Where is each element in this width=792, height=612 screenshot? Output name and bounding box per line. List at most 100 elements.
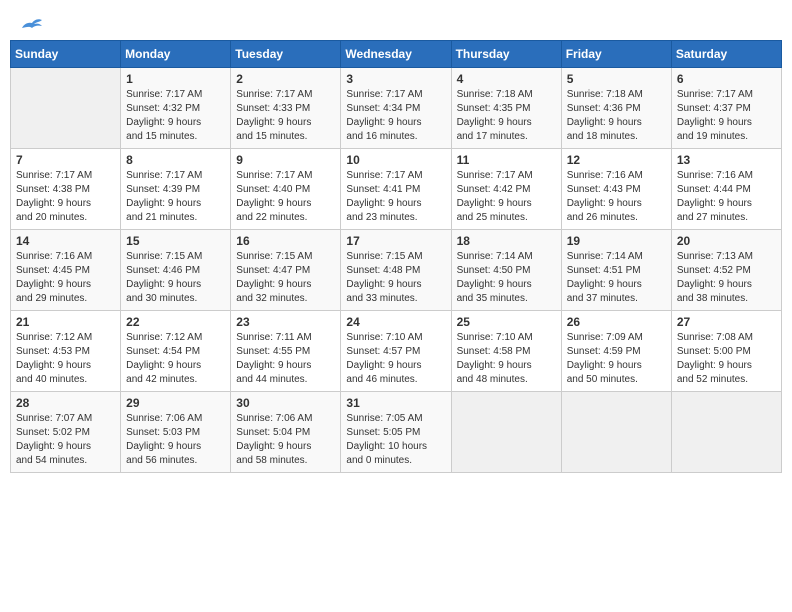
calendar-day-cell: 7Sunrise: 7:17 AM Sunset: 4:38 PM Daylig… bbox=[11, 149, 121, 230]
day-number: 8 bbox=[126, 153, 225, 167]
day-number: 25 bbox=[457, 315, 556, 329]
calendar-day-cell bbox=[561, 392, 671, 473]
calendar-day-cell: 28Sunrise: 7:07 AM Sunset: 5:02 PM Dayli… bbox=[11, 392, 121, 473]
day-info: Sunrise: 7:17 AM Sunset: 4:33 PM Dayligh… bbox=[236, 88, 335, 144]
calendar-day-cell: 1 Sunrise: 7:17 AM Sunset: 4:32 PM Daylig… bbox=[121, 68, 231, 149]
day-number: 29 bbox=[126, 396, 225, 410]
calendar-day-cell: 23 Sunrise: 7:11 AM Sunset: 4:55 PM Dayli… bbox=[231, 311, 341, 392]
day-info: Sunrise: 7:18 AM Sunset: 4:35 PM Dayligh… bbox=[457, 88, 556, 144]
day-info: Sunrise: 7:11 AM Sunset: 4:55 PM Dayligh… bbox=[236, 331, 335, 387]
calendar-week-row: 7Sunrise: 7:17 AM Sunset: 4:38 PM Daylig… bbox=[11, 149, 782, 230]
calendar-day-cell: 25 Sunrise: 7:10 AM Sunset: 4:58 PM Dayli… bbox=[451, 311, 561, 392]
day-info: Sunrise: 7:17 AM Sunset: 4:34 PM Dayligh… bbox=[346, 88, 445, 144]
day-number: 4 bbox=[457, 72, 556, 86]
weekday-header-cell: Saturday bbox=[671, 41, 781, 68]
day-number: 31 bbox=[346, 396, 445, 410]
day-number: 14 bbox=[16, 234, 115, 248]
day-number: 9 bbox=[236, 153, 335, 167]
day-info: Sunrise: 7:18 AM Sunset: 4:36 PM Dayligh… bbox=[567, 88, 666, 144]
day-number: 21 bbox=[16, 315, 115, 329]
calendar-day-cell: 30 Sunrise: 7:06 AM Sunset: 5:04 PM Dayli… bbox=[231, 392, 341, 473]
calendar-table: SundayMondayTuesdayWednesdayThursdayFrid… bbox=[10, 40, 782, 473]
logo-bird-icon bbox=[20, 14, 44, 32]
day-info: Sunrise: 7:12 AM Sunset: 4:54 PM Dayligh… bbox=[126, 331, 225, 387]
day-info: Sunrise: 7:12 AM Sunset: 4:53 PM Dayligh… bbox=[16, 331, 115, 387]
day-info: Sunrise: 7:17 AM Sunset: 4:39 PM Dayligh… bbox=[126, 169, 225, 225]
calendar-week-row: 1 Sunrise: 7:17 AM Sunset: 4:32 PM Daylig… bbox=[11, 68, 782, 149]
calendar-day-cell: 3 Sunrise: 7:17 AM Sunset: 4:34 PM Daylig… bbox=[341, 68, 451, 149]
calendar-day-cell: 14 Sunrise: 7:16 AM Sunset: 4:45 PM Dayli… bbox=[11, 230, 121, 311]
day-number: 1 bbox=[126, 72, 225, 86]
day-number: 24 bbox=[346, 315, 445, 329]
weekday-header-cell: Tuesday bbox=[231, 41, 341, 68]
day-number: 2 bbox=[236, 72, 335, 86]
day-number: 30 bbox=[236, 396, 335, 410]
calendar-day-cell: 13 Sunrise: 7:16 AM Sunset: 4:44 PM Dayli… bbox=[671, 149, 781, 230]
day-info: Sunrise: 7:15 AM Sunset: 4:47 PM Dayligh… bbox=[236, 250, 335, 306]
day-number: 16 bbox=[236, 234, 335, 248]
calendar-day-cell: 12 Sunrise: 7:16 AM Sunset: 4:43 PM Dayli… bbox=[561, 149, 671, 230]
day-number: 5 bbox=[567, 72, 666, 86]
day-info: Sunrise: 7:16 AM Sunset: 4:44 PM Dayligh… bbox=[677, 169, 776, 225]
day-number: 7 bbox=[16, 153, 115, 167]
weekday-header-cell: Friday bbox=[561, 41, 671, 68]
calendar-day-cell: 9Sunrise: 7:17 AM Sunset: 4:40 PM Daylig… bbox=[231, 149, 341, 230]
day-number: 10 bbox=[346, 153, 445, 167]
day-info: Sunrise: 7:16 AM Sunset: 4:43 PM Dayligh… bbox=[567, 169, 666, 225]
calendar-day-cell: 10 Sunrise: 7:17 AM Sunset: 4:41 PM Dayli… bbox=[341, 149, 451, 230]
day-info: Sunrise: 7:17 AM Sunset: 4:32 PM Dayligh… bbox=[126, 88, 225, 144]
day-info: Sunrise: 7:15 AM Sunset: 4:48 PM Dayligh… bbox=[346, 250, 445, 306]
calendar-day-cell: 15 Sunrise: 7:15 AM Sunset: 4:46 PM Dayli… bbox=[121, 230, 231, 311]
day-info: Sunrise: 7:09 AM Sunset: 4:59 PM Dayligh… bbox=[567, 331, 666, 387]
calendar-week-row: 28Sunrise: 7:07 AM Sunset: 5:02 PM Dayli… bbox=[11, 392, 782, 473]
calendar-day-cell: 27 Sunrise: 7:08 AM Sunset: 5:00 PM Dayli… bbox=[671, 311, 781, 392]
day-number: 23 bbox=[236, 315, 335, 329]
day-info: Sunrise: 7:13 AM Sunset: 4:52 PM Dayligh… bbox=[677, 250, 776, 306]
logo bbox=[18, 14, 44, 32]
day-number: 26 bbox=[567, 315, 666, 329]
day-info: Sunrise: 7:17 AM Sunset: 4:37 PM Dayligh… bbox=[677, 88, 776, 144]
calendar-body: 1 Sunrise: 7:17 AM Sunset: 4:32 PM Daylig… bbox=[11, 68, 782, 473]
calendar-day-cell: 24 Sunrise: 7:10 AM Sunset: 4:57 PM Dayli… bbox=[341, 311, 451, 392]
weekday-header-cell: Monday bbox=[121, 41, 231, 68]
day-number: 22 bbox=[126, 315, 225, 329]
calendar-day-cell: 26 Sunrise: 7:09 AM Sunset: 4:59 PM Dayli… bbox=[561, 311, 671, 392]
calendar-day-cell: 20 Sunrise: 7:13 AM Sunset: 4:52 PM Dayli… bbox=[671, 230, 781, 311]
day-number: 13 bbox=[677, 153, 776, 167]
calendar-day-cell: 8 Sunrise: 7:17 AM Sunset: 4:39 PM Daylig… bbox=[121, 149, 231, 230]
calendar-day-cell: 17 Sunrise: 7:15 AM Sunset: 4:48 PM Dayli… bbox=[341, 230, 451, 311]
calendar-day-cell: 29Sunrise: 7:06 AM Sunset: 5:03 PM Dayli… bbox=[121, 392, 231, 473]
calendar-day-cell bbox=[671, 392, 781, 473]
calendar-day-cell: 19Sunrise: 7:14 AM Sunset: 4:51 PM Dayli… bbox=[561, 230, 671, 311]
calendar-day-cell bbox=[451, 392, 561, 473]
day-info: Sunrise: 7:17 AM Sunset: 4:41 PM Dayligh… bbox=[346, 169, 445, 225]
day-info: Sunrise: 7:16 AM Sunset: 4:45 PM Dayligh… bbox=[16, 250, 115, 306]
calendar-week-row: 21 Sunrise: 7:12 AM Sunset: 4:53 PM Dayli… bbox=[11, 311, 782, 392]
day-number: 27 bbox=[677, 315, 776, 329]
day-number: 12 bbox=[567, 153, 666, 167]
weekday-header-cell: Sunday bbox=[11, 41, 121, 68]
day-info: Sunrise: 7:15 AM Sunset: 4:46 PM Dayligh… bbox=[126, 250, 225, 306]
day-number: 11 bbox=[457, 153, 556, 167]
calendar-day-cell: 5 Sunrise: 7:18 AM Sunset: 4:36 PM Daylig… bbox=[561, 68, 671, 149]
day-info: Sunrise: 7:14 AM Sunset: 4:51 PM Dayligh… bbox=[567, 250, 666, 306]
day-number: 3 bbox=[346, 72, 445, 86]
day-info: Sunrise: 7:14 AM Sunset: 4:50 PM Dayligh… bbox=[457, 250, 556, 306]
day-number: 20 bbox=[677, 234, 776, 248]
day-info: Sunrise: 7:10 AM Sunset: 4:57 PM Dayligh… bbox=[346, 331, 445, 387]
page-header bbox=[10, 10, 782, 36]
day-info: Sunrise: 7:10 AM Sunset: 4:58 PM Dayligh… bbox=[457, 331, 556, 387]
calendar-day-cell: 2 Sunrise: 7:17 AM Sunset: 4:33 PM Daylig… bbox=[231, 68, 341, 149]
day-number: 15 bbox=[126, 234, 225, 248]
day-info: Sunrise: 7:06 AM Sunset: 5:04 PM Dayligh… bbox=[236, 412, 335, 468]
weekday-header-cell: Thursday bbox=[451, 41, 561, 68]
weekday-header-cell: Wednesday bbox=[341, 41, 451, 68]
day-number: 17 bbox=[346, 234, 445, 248]
day-info: Sunrise: 7:08 AM Sunset: 5:00 PM Dayligh… bbox=[677, 331, 776, 387]
calendar-day-cell: 11Sunrise: 7:17 AM Sunset: 4:42 PM Dayli… bbox=[451, 149, 561, 230]
day-number: 28 bbox=[16, 396, 115, 410]
day-number: 6 bbox=[677, 72, 776, 86]
calendar-week-row: 14 Sunrise: 7:16 AM Sunset: 4:45 PM Dayli… bbox=[11, 230, 782, 311]
day-info: Sunrise: 7:05 AM Sunset: 5:05 PM Dayligh… bbox=[346, 412, 445, 468]
calendar-day-cell: 22 Sunrise: 7:12 AM Sunset: 4:54 PM Dayli… bbox=[121, 311, 231, 392]
